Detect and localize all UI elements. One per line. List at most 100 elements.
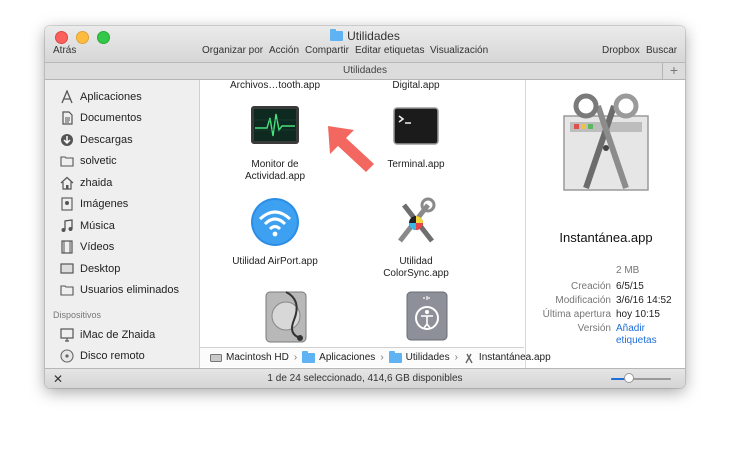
sidebar-item-videos[interactable]: Vídeos [60,238,114,256]
info-version-label: Versión [577,323,611,334]
view-button[interactable]: Visualización [430,45,488,56]
airport-utility-icon [251,198,299,246]
preview-size: 2 MB [616,265,640,276]
path-separator: › [380,352,384,363]
path-crumb-label: Instantánea.app [478,352,551,363]
window-title: Utilidades [45,29,685,43]
path-crumb-utilidades[interactable]: Utilidades [388,350,450,363]
sidebar-item-label: Descargas [80,134,133,146]
file-label: Utilidad [399,256,433,267]
documents-icon [60,111,74,125]
path-separator: › [293,352,298,363]
title-bar: Utilidades Atrás Organizar por Acción Co… [45,26,685,63]
icon-size-slider[interactable] [611,373,671,383]
status-bar: ✕ 1 de 24 seleccionado, 414,6 GB disponi… [45,368,685,388]
sidebar-item-musica[interactable]: Música [60,217,115,235]
sidebar-item-descargas[interactable]: Descargas [60,131,133,149]
add-tags-link[interactable]: Añadir etiquetas [616,323,676,347]
file-label: Monitor de [251,159,299,170]
info-modified-label: Modificación [555,295,611,306]
devices-heading: Dispositivos [53,310,102,320]
voiceover-utility-icon[interactable] [399,288,455,346]
applications-icon [60,89,74,104]
file-item-activity-monitor[interactable]: Monitor de Actividad.app [210,100,340,183]
disk-utility-icon[interactable] [258,286,314,346]
folder-icon [60,283,74,297]
sidebar-item-imagenes[interactable]: Imágenes [60,195,128,213]
folder-icon [60,154,74,168]
file-grid: Archivos…tooth.app Digital.app Monitor d… [200,80,524,346]
folder-icon [330,29,344,41]
sidebar-item-label: Documentos [80,112,142,124]
path-crumb-label: Utilidades [405,352,450,363]
file-item-airport-utility[interactable]: Utilidad AirPort.app [210,195,340,268]
activity-monitor-icon [251,106,299,144]
sidebar-item-label: Imágenes [80,198,129,210]
file-item-colorsync-utility[interactable]: Utilidad ColorSync.app [351,195,481,280]
sidebar-item-zhaida[interactable]: zhaida [60,174,112,192]
arrange-button[interactable]: Organizar por [202,45,263,56]
file-label: Actividad.app [244,171,306,182]
info-opened-value: hoy 10:15 [616,309,660,320]
movies-icon [60,240,74,254]
sidebar-item-imac[interactable]: iMac de Zhaida [60,326,155,344]
sidebar-item-solvetic[interactable]: solvetic [60,152,117,170]
preview-file-name: Instantánea.app [559,230,653,245]
sidebar-item-label: Disco remoto [80,350,145,362]
sidebar-item-usuarios-eliminados[interactable]: Usuarios eliminados [60,281,179,299]
file-label: Archivos…tooth.app [229,80,321,91]
window-title-text: Utilidades [347,29,400,43]
sidebar-item-aplicaciones[interactable]: Aplicaciones [60,88,142,106]
sidebar-item-label: Desktop [80,263,121,275]
sidebar-item-disco-remoto[interactable]: Disco remoto [60,347,145,365]
new-tab-button[interactable]: + [662,63,685,79]
sidebar-item-label: Aplicaciones [80,91,142,103]
downloads-icon [60,133,74,147]
hard-drive-icon [210,353,222,362]
pictures-icon [60,197,74,211]
info-created-label: Creación [570,281,611,292]
sidebar-item-label: Música [80,220,115,232]
home-icon [60,176,74,190]
search-button[interactable]: Buscar [646,45,677,56]
grab-app-icon [465,353,473,363]
sidebar-item-desktop[interactable]: Desktop [60,260,120,278]
path-crumb-label: Aplicaciones [319,352,376,363]
finder-window: Utilidades Atrás Organizar por Acción Co… [45,26,685,388]
back-button[interactable]: Atrás [53,45,76,56]
preview-pane: Instantánea.app 2 MB Creación 6/5/15 Mod… [525,80,685,368]
sidebar: Aplicaciones Documentos Descargas solvet… [45,80,200,368]
file-label: Digital.app [392,80,440,91]
music-icon [60,219,74,233]
share-button[interactable]: Compartir [305,45,349,56]
sidebar-item-label: iMac de Zhaida [80,329,156,341]
dropbox-button[interactable]: Dropbox [602,45,640,56]
tab-bar: Utilidades + [45,63,685,80]
path-separator: › [454,352,458,363]
file-item-digital[interactable]: Digital.app [351,80,481,92]
edit-tags-button[interactable]: Editar etiquetas [355,45,425,56]
info-opened-label: Última apertura [542,309,611,320]
folder-icon [302,350,316,363]
icon-size-slider-knob[interactable] [624,373,634,383]
grab-app-icon [563,93,649,191]
path-crumb-aplicaciones[interactable]: Aplicaciones [302,350,376,363]
desktop-icon [60,262,74,276]
sidebar-item-label: Vídeos [80,241,115,253]
info-created-value: 6/5/15 [616,281,644,292]
sidebar-item-label: solvetic [80,155,117,167]
status-text: 1 de 24 seleccionado, 414,6 GB disponibl… [267,373,463,384]
file-label: ColorSync.app [383,268,449,279]
action-button[interactable]: Acción [269,45,299,56]
path-crumb-macintosh-hd[interactable]: Macintosh HD [210,352,289,363]
file-label: Utilidad AirPort.app [232,256,318,267]
imac-icon [60,328,74,342]
sidebar-item-documentos[interactable]: Documentos [60,109,142,127]
tab-utilidades[interactable]: Utilidades [343,65,387,76]
terminal-icon [393,107,439,145]
info-modified-value: 3/6/16 14:52 [616,295,672,306]
file-item-bluetooth-exchange[interactable]: Archivos…tooth.app [210,80,340,92]
path-crumb-instantanea[interactable]: Instantánea.app [463,352,551,364]
path-bar: Macintosh HD › Aplicaciones › Utilidades… [200,347,551,367]
disc-icon [60,349,74,363]
